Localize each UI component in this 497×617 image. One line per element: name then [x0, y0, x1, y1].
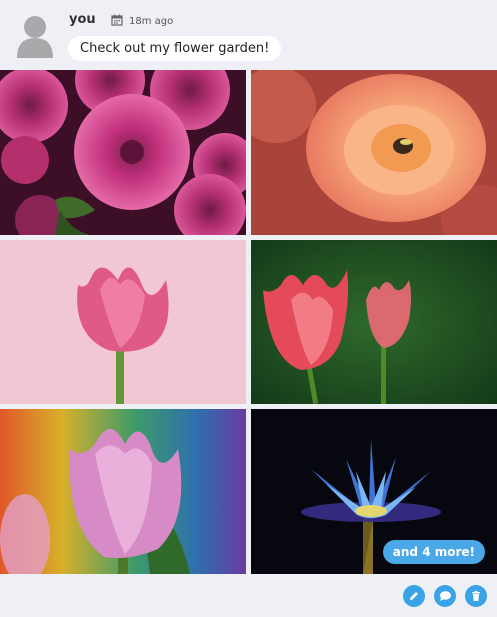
- post-header: you 18m ago Check out my flower garden!: [0, 0, 497, 70]
- red-tulips-photo[interactable]: [251, 240, 497, 404]
- pink-tulip-photo[interactable]: [0, 240, 246, 404]
- dahlias-photo[interactable]: [0, 70, 246, 235]
- comment-button[interactable]: [434, 585, 456, 607]
- peach-rose-photo[interactable]: [251, 70, 497, 235]
- dewy-tulip-photo[interactable]: [0, 409, 246, 574]
- more-photos-button[interactable]: and 4 more!: [382, 540, 485, 564]
- edit-button[interactable]: [403, 585, 425, 607]
- calendar-icon: [111, 14, 123, 29]
- message-bubble: Check out my flower garden!: [68, 36, 282, 61]
- pencil-icon: [408, 587, 420, 606]
- username[interactable]: you: [69, 12, 96, 27]
- timestamp: 18m ago: [111, 14, 173, 29]
- trash-icon: [470, 587, 482, 606]
- comment-icon: [439, 587, 452, 606]
- photo-grid: and 4 more!: [0, 70, 497, 574]
- blue-waterlily-photo[interactable]: and 4 more!: [251, 409, 497, 574]
- delete-button[interactable]: [465, 585, 487, 607]
- avatar[interactable]: [15, 14, 55, 58]
- post-actions: [403, 585, 487, 607]
- time-ago: 18m ago: [129, 16, 174, 27]
